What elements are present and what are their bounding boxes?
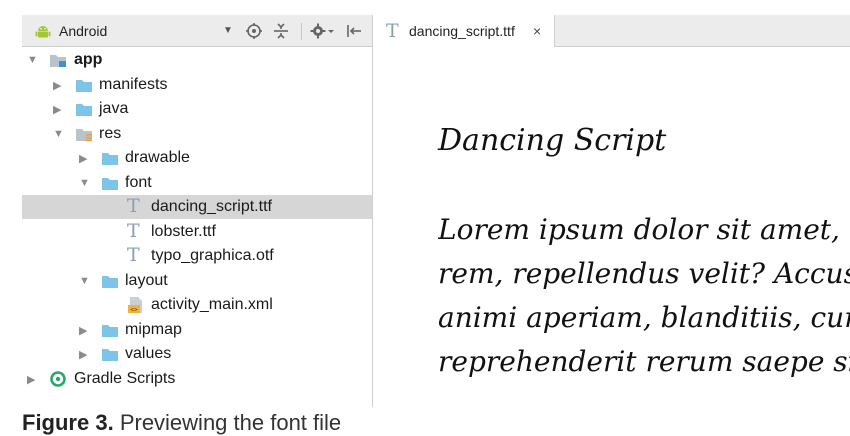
toolbar-divider	[301, 23, 302, 40]
folder-icon	[76, 104, 92, 116]
tree-item[interactable]: Ttypo_graphica.otf	[22, 244, 372, 268]
tree-item-label: layout	[125, 271, 168, 289]
tree-item[interactable]: Tdancing_script.ttf	[22, 195, 372, 219]
collapse-all-icon[interactable]	[272, 22, 290, 40]
tree-item-label: values	[125, 345, 172, 362]
tree-item[interactable]: ▶ values	[22, 342, 372, 366]
tree-item-label: activity_main.xml	[151, 296, 273, 313]
font-file-icon: T	[127, 219, 140, 242]
preview-line: rem, repellendus velit? Accusant	[438, 257, 850, 290]
folder-icon	[76, 79, 92, 92]
collapse-arrow-icon[interactable]: ▶	[79, 152, 91, 165]
font-preview-sample: Lorem ipsum dolor sit amet, cons rem, re…	[438, 208, 850, 384]
expand-arrow-icon[interactable]: ▼	[79, 177, 91, 189]
close-icon[interactable]: ×	[533, 23, 541, 39]
gear-icon[interactable]	[310, 22, 336, 40]
android-icon	[35, 26, 51, 38]
figure-number: Figure 3.	[22, 410, 114, 435]
collapse-arrow-icon[interactable]: ▶	[79, 324, 91, 337]
font-file-icon: T	[386, 20, 399, 42]
tree-item-label: dancing_script.ttf	[151, 198, 272, 215]
tree-item[interactable]: ▶ drawable	[22, 146, 372, 170]
font-preview-title: Dancing Script	[438, 123, 667, 158]
figure-caption-text: Previewing the font file	[119, 410, 342, 435]
folder-icon	[102, 324, 118, 337]
tree-item-label: lobster.ttf	[151, 222, 216, 240]
tree-item-label: Gradle Scripts	[74, 369, 176, 387]
collapse-arrow-icon[interactable]: ▶	[53, 103, 65, 116]
folder-icon	[102, 275, 118, 288]
locate-icon[interactable]	[245, 22, 263, 40]
collapse-arrow-icon[interactable]: ▶	[79, 348, 91, 361]
preview-line: reprehenderit rerum saepe sint s	[438, 345, 850, 378]
module-folder-icon	[50, 55, 66, 67]
tree-item[interactable]: ▼ res	[22, 122, 372, 146]
tree-item-label: typo_graphica.otf	[151, 247, 274, 264]
tree-item[interactable]: Tlobster.ttf	[22, 220, 372, 244]
res-folder-icon	[76, 128, 92, 141]
tree-item-label: manifests	[99, 75, 168, 93]
tree-item[interactable]: ▼ app	[22, 48, 372, 72]
tab-label: dancing_script.ttf	[409, 23, 515, 39]
font-file-icon: T	[127, 244, 140, 266]
editor-tab-bar: T dancing_script.ttf ×	[373, 15, 850, 47]
folder-icon	[102, 177, 118, 190]
collapse-arrow-icon[interactable]: ▶	[27, 373, 39, 386]
expand-arrow-icon[interactable]: ▼	[53, 128, 65, 140]
tree-item[interactable]: ▶ manifests	[22, 73, 372, 97]
font-file-icon: T	[127, 195, 140, 217]
xml-file-icon: <>	[128, 297, 142, 314]
collapse-arrow-icon[interactable]: ▶	[53, 79, 65, 92]
tree-item[interactable]: ▼ layout	[22, 269, 372, 293]
hide-panel-icon[interactable]	[345, 22, 363, 40]
tree-item[interactable]: ▼ font	[22, 171, 372, 195]
editor-area: T dancing_script.ttf × Dancing Script Lo…	[373, 15, 850, 407]
view-selector[interactable]: Android	[59, 23, 107, 39]
tree-item-label: font	[125, 173, 152, 191]
project-panel-toolbar: Android ▼	[22, 15, 372, 47]
tree-item-label: drawable	[125, 149, 190, 166]
preview-line: animi aperiam, blanditiis, cum a	[438, 301, 850, 334]
gradle-icon	[50, 370, 66, 387]
folder-icon	[102, 349, 118, 361]
project-panel: Android ▼ ▼ app ▶ manifests ▶ java ▼ res…	[22, 15, 373, 407]
tree-item-label: mipmap	[125, 320, 182, 338]
tree-item-label: java	[99, 100, 129, 117]
expand-arrow-icon[interactable]: ▼	[27, 54, 39, 66]
expand-arrow-icon[interactable]: ▼	[79, 275, 91, 287]
preview-line: Lorem ipsum dolor sit amet, cons	[438, 213, 850, 246]
ide-window: Android ▼ ▼ app ▶ manifests ▶ java ▼ res…	[22, 15, 850, 407]
tree-item[interactable]: ▶ java	[22, 97, 372, 121]
tree-item[interactable]: ▶ mipmap	[22, 318, 372, 342]
svg-text:<>: <>	[130, 307, 138, 314]
tree-item-label: app	[74, 51, 103, 68]
tree-item-label: res	[99, 124, 122, 142]
tree-item[interactable]: <> activity_main.xml	[22, 293, 372, 317]
tab-dancing-script[interactable]: T dancing_script.ttf ×	[373, 15, 555, 47]
figure-caption: Figure 3. Previewing the font file	[22, 410, 341, 436]
folder-icon	[102, 153, 118, 165]
tree-item[interactable]: ▶ Gradle Scripts	[22, 367, 372, 391]
chevron-down-icon[interactable]: ▼	[223, 25, 233, 36]
